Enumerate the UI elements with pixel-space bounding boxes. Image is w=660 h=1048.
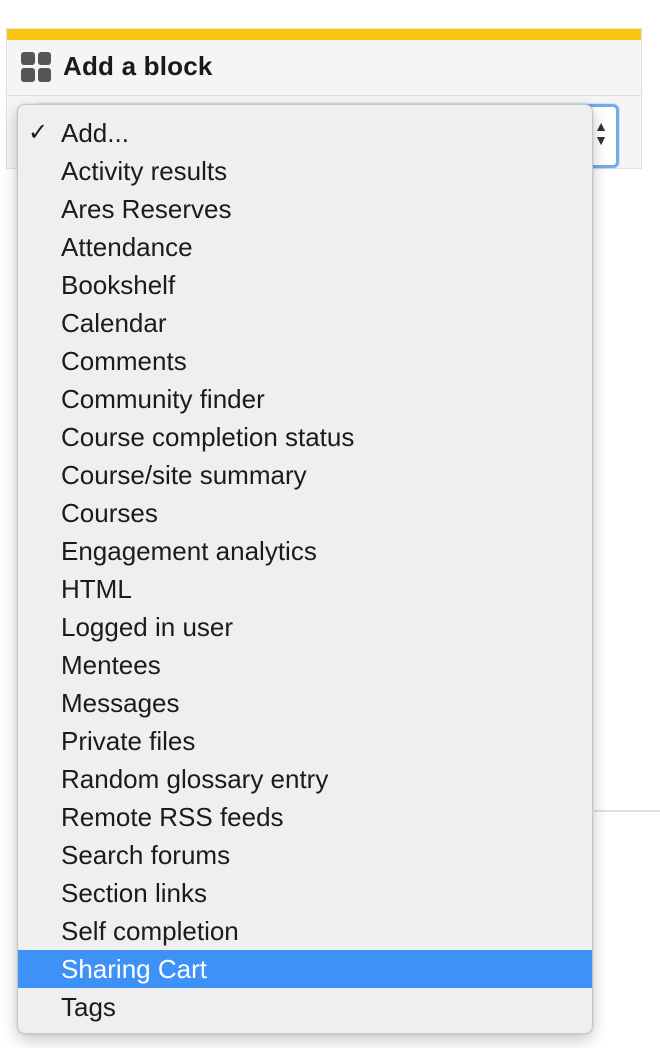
- block-header: Add a block: [21, 51, 213, 82]
- dropdown-option[interactable]: Comments: [18, 342, 592, 380]
- dropdown-option[interactable]: ✓ Add...: [18, 114, 592, 152]
- dropdown-option[interactable]: Bookshelf: [18, 266, 592, 304]
- dropdown-option-label: Activity results: [61, 156, 228, 186]
- dropdown-option[interactable]: Tags: [18, 988, 592, 1026]
- dropdown-option-label: Sharing Cart: [61, 954, 207, 984]
- grid-icon: [21, 51, 51, 82]
- updown-arrows-icon: ▲ ▼: [594, 118, 608, 148]
- dropdown-option-label: Attendance: [61, 232, 193, 262]
- dropdown-option-label: Messages: [61, 688, 180, 718]
- dropdown-option-label: Self completion: [61, 916, 239, 946]
- dropdown-option-label: Add...: [61, 118, 129, 148]
- dropdown-option[interactable]: Section links: [18, 874, 592, 912]
- dropdown-option[interactable]: Calendar: [18, 304, 592, 342]
- dropdown-option[interactable]: Course completion status: [18, 418, 592, 456]
- page: Add a block ▲ ▼ ✓ Add... Activity results Ar…: [0, 0, 660, 1048]
- dropdown-option-label: Comments: [61, 346, 187, 376]
- dropdown-option[interactable]: Random glossary entry: [18, 760, 592, 798]
- dropdown-option-label: Private files: [61, 726, 196, 756]
- dropdown-option[interactable]: Self completion: [18, 912, 592, 950]
- dropdown-option-label: Logged in user: [61, 612, 234, 642]
- dropdown-option-label: Course completion status: [61, 422, 355, 452]
- dropdown-option[interactable]: Activity results: [18, 152, 592, 190]
- dropdown-option[interactable]: Private files: [18, 722, 592, 760]
- dropdown-option-label: Calendar: [61, 308, 167, 338]
- dropdown-option[interactable]: Logged in user: [18, 608, 592, 646]
- dropdown-option[interactable]: Messages: [18, 684, 592, 722]
- dropdown-option-label: Remote RSS feeds: [61, 802, 284, 832]
- dropdown-option-label: Tags: [61, 992, 116, 1022]
- dropdown-option-label: Ares Reserves: [61, 194, 232, 224]
- dropdown-option[interactable]: Search forums: [18, 836, 592, 874]
- block-accent-bar: [7, 29, 641, 40]
- dropdown-option[interactable]: Ares Reserves: [18, 190, 592, 228]
- dropdown-option[interactable]: Course/site summary: [18, 456, 592, 494]
- dropdown-option[interactable]: HTML: [18, 570, 592, 608]
- dropdown-option[interactable]: Courses: [18, 494, 592, 532]
- dropdown-option[interactable]: Sharing Cart: [18, 950, 592, 988]
- dropdown-option-label: Engagement analytics: [61, 536, 317, 566]
- dropdown-option-label: Course/site summary: [61, 460, 307, 490]
- dropdown-option[interactable]: Attendance: [18, 228, 592, 266]
- dropdown-option-label: Search forums: [61, 840, 231, 870]
- dropdown-option-label: Courses: [61, 498, 158, 528]
- block-divider: [7, 95, 641, 96]
- checkmark-icon: ✓: [28, 119, 49, 146]
- dropdown-option-label: Bookshelf: [61, 270, 176, 300]
- dropdown-option-label: Mentees: [61, 650, 161, 680]
- add-block-dropdown-menu[interactable]: ✓ Add... Activity results Ares Reserves Atte…: [17, 104, 593, 1034]
- dropdown-option-label: HTML: [61, 574, 132, 604]
- dropdown-option[interactable]: Mentees: [18, 646, 592, 684]
- divider: [594, 810, 660, 812]
- dropdown-option[interactable]: Community finder: [18, 380, 592, 418]
- dropdown-option[interactable]: Remote RSS feeds: [18, 798, 592, 836]
- dropdown-option-label: Random glossary entry: [61, 764, 329, 794]
- block-title: Add a block: [63, 51, 213, 81]
- dropdown-option-label: Community finder: [61, 384, 265, 414]
- dropdown-option-label: Section links: [61, 878, 207, 908]
- dropdown-option[interactable]: Engagement analytics: [18, 532, 592, 570]
